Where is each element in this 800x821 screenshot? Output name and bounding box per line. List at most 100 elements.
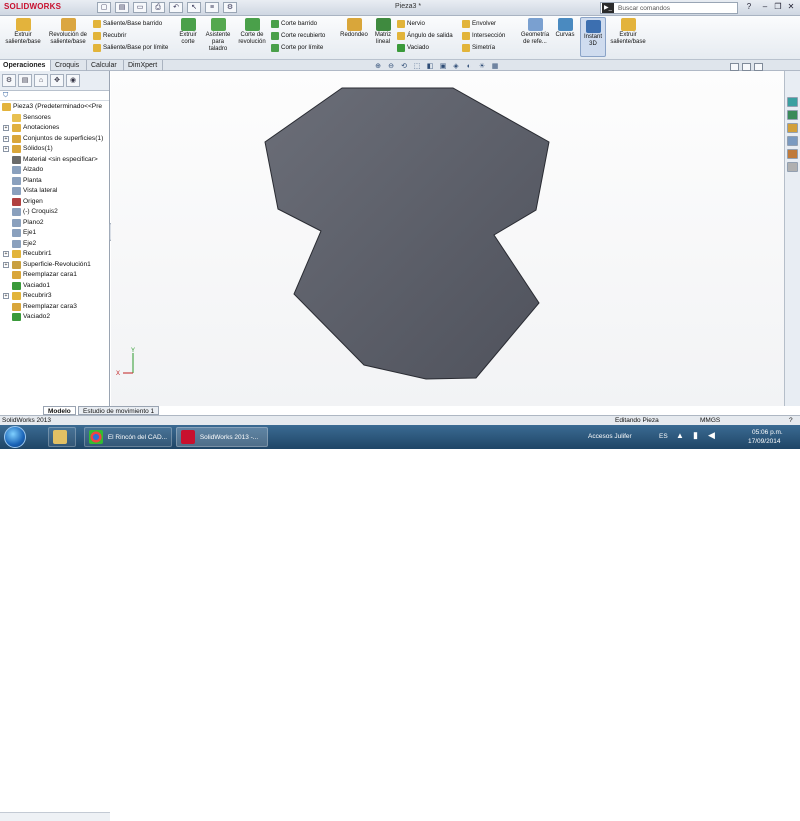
tree-item[interactable]: + Conjuntos de superficies(1): [0, 134, 109, 145]
swept-boss-button[interactable]: Saliente/Base barrido: [93, 19, 162, 28]
design-library-icon[interactable]: [787, 110, 798, 120]
tree-item[interactable]: + Recubrir1: [0, 249, 109, 260]
new-document-icon[interactable]: ▢: [97, 2, 111, 13]
panel-horizontal-scrollbar[interactable]: [0, 812, 110, 821]
tree-item[interactable]: Eje2: [0, 239, 109, 250]
graphics-area[interactable]: ⊕ ⊖ ⟲ ⬚ ◧ ▣ ◈ ◐ ☀ ▦ Y X: [111, 63, 784, 406]
hole-wizard-button[interactable]: Asistente para taladro: [202, 18, 234, 53]
zoom-to-area-icon[interactable]: ⊖: [386, 62, 396, 71]
boundary-boss-button[interactable]: Saliente/Base por límite: [93, 43, 168, 52]
reference-geometry-button[interactable]: Geometría de refe...: [518, 18, 552, 46]
feature-manager-icon[interactable]: ⚙: [2, 74, 16, 87]
options-gear-icon[interactable]: ⚙: [223, 2, 237, 13]
taskbar-explorer-icon[interactable]: [48, 427, 76, 447]
rebuild-icon[interactable]: ≡: [205, 2, 219, 13]
tree-item[interactable]: Vaciado1: [0, 281, 109, 292]
part-body-shape[interactable]: [264, 87, 550, 380]
custom-properties-icon[interactable]: [787, 162, 798, 172]
help-icon[interactable]: ?: [744, 2, 754, 12]
tray-time[interactable]: 05:06 p.m.: [752, 429, 783, 436]
rib-button[interactable]: Nervio: [397, 19, 425, 28]
loft-button[interactable]: Recubrir: [93, 31, 126, 40]
solidworks-resources-icon[interactable]: [787, 97, 798, 107]
instant3d-button[interactable]: Instant 3D: [580, 17, 606, 57]
zoom-to-fit-icon[interactable]: ⊕: [373, 62, 383, 71]
undo-icon[interactable]: ↶: [169, 2, 183, 13]
tray-network-icon[interactable]: ▮: [693, 430, 698, 441]
appearances-icon[interactable]: [787, 149, 798, 159]
tray-volume-icon[interactable]: ◀: [708, 430, 715, 441]
view-orientation-icon[interactable]: ◧: [425, 62, 435, 71]
curves-button[interactable]: Curvas: [553, 18, 577, 39]
mirror-button[interactable]: Simetría: [462, 43, 495, 52]
property-manager-icon[interactable]: ▤: [18, 74, 32, 87]
tray-access-label[interactable]: Accesos Julifer: [588, 433, 632, 440]
search-commands[interactable]: ▶_ Buscar comandos: [600, 2, 738, 14]
tree-item[interactable]: Origen: [0, 197, 109, 208]
taskbar-solidworks-window[interactable]: SolidWorks 2013 -...: [176, 427, 268, 447]
tree-item[interactable]: + Recubrir3: [0, 291, 109, 302]
tab-operaciones[interactable]: Operaciones: [0, 60, 51, 71]
select-arrow-icon[interactable]: ↖: [187, 2, 201, 13]
tree-item[interactable]: + Anotaciones: [0, 123, 109, 134]
tree-item[interactable]: Material <sin especificar>: [0, 155, 109, 166]
tree-item[interactable]: Vista lateral: [0, 186, 109, 197]
tab-croquis[interactable]: Croquis: [52, 60, 87, 71]
close-button[interactable]: ✕: [786, 2, 796, 12]
view-settings-icon[interactable]: ▦: [490, 62, 500, 71]
dimxpert-manager-icon[interactable]: ✥: [50, 74, 64, 87]
linear-pattern-button[interactable]: Matriz lineal: [372, 18, 394, 46]
revolve-boss-button[interactable]: Revolución de saliente/base: [48, 18, 88, 46]
shell-button[interactable]: Vaciado: [397, 43, 429, 52]
tree-expand-icon[interactable]: +: [3, 251, 9, 257]
lofted-cut-button[interactable]: Corte recubierto: [271, 31, 325, 40]
tab-calcular[interactable]: Calcular: [88, 60, 124, 71]
tree-item[interactable]: Reemplazar cara3: [0, 302, 109, 313]
viewport-tile-icon[interactable]: [742, 63, 751, 71]
minimize-button[interactable]: –: [760, 2, 770, 12]
start-orb-icon[interactable]: [4, 426, 26, 448]
taskbar-chrome-window[interactable]: El Rincón del CAD...: [84, 427, 172, 447]
tree-item[interactable]: (-) Croquis2: [0, 207, 109, 218]
tab-model[interactable]: Modelo: [43, 406, 76, 415]
extrude-boss-button[interactable]: Extruir saliente/base: [2, 18, 44, 46]
wrap-button[interactable]: Envolver: [462, 19, 496, 28]
tree-expand-icon[interactable]: +: [3, 261, 9, 268]
edit-appearance-icon[interactable]: ◐: [464, 62, 474, 71]
tab-motion-study-1[interactable]: Estudio de movimiento 1: [78, 406, 160, 415]
section-view-icon[interactable]: ⬚: [412, 62, 422, 71]
tree-expand-icon[interactable]: +: [3, 135, 9, 142]
tree-item[interactable]: + Sólidos(1): [0, 144, 109, 155]
viewport-restore-icon[interactable]: [730, 63, 739, 71]
tree-item[interactable]: Plano2: [0, 218, 109, 229]
tree-expand-icon[interactable]: +: [3, 125, 9, 131]
extrude-boss-2-button[interactable]: Extruir saliente/base: [608, 18, 648, 46]
tree-item[interactable]: Reemplazar cara1: [0, 270, 109, 281]
display-manager-icon[interactable]: ◉: [66, 74, 80, 87]
tree-item[interactable]: Eje1: [0, 228, 109, 239]
revolve-cut-button[interactable]: Corte de revolución: [236, 18, 268, 46]
tree-item[interactable]: Vaciado2: [0, 312, 109, 323]
boundary-cut-button[interactable]: Corte por límite: [271, 43, 323, 52]
tray-date[interactable]: 17/09/2014: [748, 438, 781, 445]
tree-item[interactable]: Planta: [0, 176, 109, 187]
tree-expand-icon[interactable]: +: [3, 293, 9, 299]
display-style-icon[interactable]: ▣: [438, 62, 448, 71]
tree-item[interactable]: Alzado: [0, 165, 109, 176]
tab-dimxpert[interactable]: DimXpert: [125, 60, 163, 71]
hide-show-items-icon[interactable]: ◈: [451, 62, 461, 71]
tray-language[interactable]: ES: [659, 433, 668, 440]
file-explorer-icon[interactable]: [787, 123, 798, 133]
viewport-close-icon[interactable]: [754, 63, 763, 71]
tree-item[interactable]: + Superficie-Revolución1: [0, 260, 109, 271]
solidworks-logo[interactable]: SOLIDWORKS: [4, 2, 61, 11]
previous-view-icon[interactable]: ⟲: [399, 62, 409, 71]
fillet-button[interactable]: Redondeo: [337, 18, 371, 39]
draft-button[interactable]: Ángulo de salida: [397, 31, 453, 40]
print-icon[interactable]: ⎙: [151, 2, 165, 13]
search-input[interactable]: Buscar comandos: [618, 5, 670, 12]
tray-up-arrow-icon[interactable]: ▲: [676, 431, 684, 440]
configuration-manager-icon[interactable]: ⌂: [34, 74, 48, 87]
tree-root-part[interactable]: Pieza3 (Predeterminado<<Pre: [0, 102, 109, 113]
tree-item[interactable]: Sensores: [0, 113, 109, 124]
